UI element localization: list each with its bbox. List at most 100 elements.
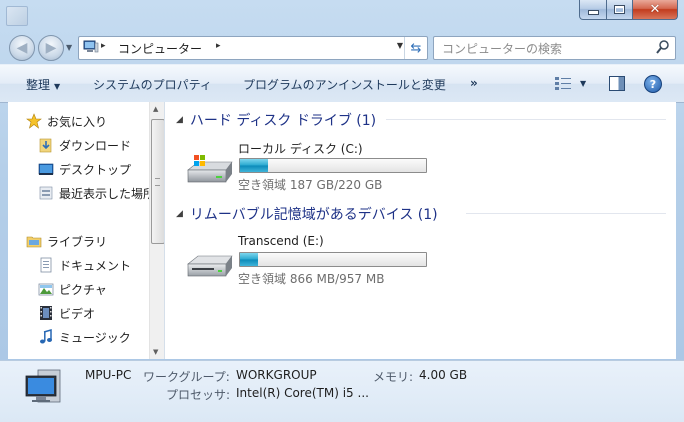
back-arrow-icon: ◀	[16, 40, 28, 56]
organize-menu[interactable]: 整理 ▼	[26, 76, 60, 93]
collapse-triangle-icon[interactable]: ◢	[176, 209, 183, 219]
refresh-button[interactable]: ⇆	[404, 37, 427, 59]
help-button[interactable]: ?	[644, 75, 662, 93]
music-icon	[40, 329, 52, 344]
navigation-bar: ◀ ▶ ▼ ▸ コンピューター ▸ ▼ ⇆ コンピューターの検索	[0, 30, 684, 64]
organize-label: 整理	[26, 78, 51, 92]
navigation-pane: お気に入り ダウンロード デスクトップ 最近表示した場所 ライブラリ ドキュメン…	[8, 102, 149, 359]
sidebar-item-libraries[interactable]: ライブラリ	[26, 231, 107, 251]
drive-item-c[interactable]: ローカル ディスク (C:) 空き領域 187 GB/220 GB	[186, 140, 486, 192]
navigation-pane-scrollbar[interactable]: ▲ ▼	[149, 102, 165, 359]
sidebar-item-pictures[interactable]: ピクチャ	[38, 279, 107, 299]
sidebar-item-label: 最近表示した場所	[59, 186, 149, 201]
maximize-button[interactable]	[607, 0, 633, 20]
group-header-removable[interactable]: ◢ リムーバブル記憶域があるデバイス (1)	[176, 204, 438, 224]
title-bar[interactable]: ✕	[0, 0, 684, 30]
more-commands-button[interactable]: »	[470, 76, 478, 90]
chevron-down-icon: ▼	[54, 82, 61, 91]
explorer-window: ✕ ◀ ▶ ▼ ▸ コンピューター ▸ ▼ ⇆ コンピューターの検索 整理 ▼ …	[0, 0, 684, 422]
address-bar[interactable]: ▸ コンピューター ▸ ▼ ⇆	[78, 36, 428, 60]
drive-free-space: 空き領域 187 GB/220 GB	[238, 178, 383, 192]
address-history-dropdown[interactable]: ▼	[397, 41, 403, 50]
computer-icon	[83, 40, 99, 53]
sidebar-item-label: ビデオ	[59, 306, 96, 321]
sidebar-item-label: ダウンロード	[59, 138, 132, 153]
recent-pages-dropdown[interactable]: ▼	[66, 43, 72, 52]
view-options-icon[interactable]	[554, 76, 572, 90]
group-title: リムーバブル記憶域があるデバイス (1)	[189, 207, 438, 223]
memory-value: 4.00 GB	[419, 368, 468, 382]
computer-name: MPU-PC	[85, 368, 132, 382]
sidebar-item-label: ミュージック	[59, 330, 131, 345]
sidebar-item-label: ライブラリ	[47, 234, 108, 249]
minimize-icon	[587, 10, 599, 15]
drive-name: ローカル ディスク (C:)	[238, 142, 363, 156]
close-icon: ✕	[649, 2, 661, 17]
help-icon: ?	[649, 77, 657, 91]
drive-usage-bar	[239, 158, 427, 173]
processor-label: プロセッサ:	[166, 388, 231, 402]
minimize-button[interactable]	[579, 0, 607, 20]
content-pane: ◢ ハード ディスク ドライブ (1) ローカル ディスク (C:) 空き領域 …	[166, 102, 676, 359]
sidebar-item-desktop[interactable]: デスクトップ	[38, 159, 131, 179]
sidebar-item-label: デスクトップ	[59, 162, 132, 177]
sidebar-item-documents[interactable]: ドキュメント	[38, 255, 131, 275]
computer-icon	[25, 369, 61, 403]
sidebar-item-favorites[interactable]: お気に入り	[26, 111, 107, 131]
drive-name: Transcend (E:)	[238, 234, 324, 248]
drive-usage-bar	[239, 252, 427, 267]
close-button[interactable]: ✕	[633, 0, 678, 20]
main-area: お気に入り ダウンロード デスクトップ 最近表示した場所 ライブラリ ドキュメン…	[8, 102, 676, 359]
uninstall-program-button[interactable]: プログラムのアンインストールと変更	[243, 76, 446, 93]
drive-item-e[interactable]: Transcend (E:) 空き領域 866 MB/957 MB	[186, 234, 486, 286]
system-properties-button[interactable]: システムのプロパティ	[93, 76, 212, 93]
pane-splitter[interactable]	[164, 102, 165, 359]
sidebar-item-label: ドキュメント	[59, 258, 132, 273]
group-divider	[386, 119, 666, 120]
sidebar-item-downloads[interactable]: ダウンロード	[38, 135, 131, 155]
group-divider	[466, 213, 666, 214]
sidebar-item-label: お気に入り	[47, 114, 108, 129]
caption-buttons: ✕	[579, 0, 678, 20]
downloads-folder-icon	[39, 138, 52, 153]
drive-usage-fill	[240, 159, 268, 172]
breadcrumb-computer[interactable]: コンピューター	[118, 40, 202, 57]
removable-drive-icon	[187, 255, 233, 277]
desktop-icon	[38, 163, 54, 175]
address-separator[interactable]: ▸	[101, 41, 106, 51]
forward-arrow-icon: ▶	[45, 40, 57, 56]
forward-button[interactable]: ▶	[38, 35, 64, 61]
sidebar-item-label: ピクチャ	[59, 282, 107, 297]
sidebar-item-music[interactable]: ミュージック	[38, 327, 131, 347]
details-pane: MPU-PC ワークグループ: WORKGROUP メモリ: 4.00 GB プ…	[0, 360, 684, 422]
command-bar: 整理 ▼ システムのプロパティ プログラムのアンインストールと変更 » ▼ ?	[0, 64, 684, 103]
hard-disk-icon	[187, 155, 233, 183]
workgroup-value: WORKGROUP	[236, 368, 317, 382]
processor-value: Intel(R) Core(TM) i5 ...	[236, 386, 369, 400]
star-icon	[26, 113, 42, 129]
sidebar-item-recent-places[interactable]: 最近表示した場所	[38, 183, 149, 203]
scroll-up-icon[interactable]: ▲	[153, 105, 158, 113]
back-button[interactable]: ◀	[9, 35, 35, 61]
drive-free-space: 空き領域 866 MB/957 MB	[238, 272, 385, 286]
collapse-triangle-icon[interactable]: ◢	[176, 115, 183, 125]
window-icon[interactable]	[6, 6, 28, 26]
search-input[interactable]: コンピューターの検索	[442, 40, 562, 57]
address-separator-child[interactable]: ▸	[216, 41, 221, 51]
scrollbar-thumb[interactable]	[151, 119, 165, 244]
view-dropdown-icon[interactable]: ▼	[580, 79, 586, 88]
maximize-icon	[614, 5, 625, 14]
videos-icon	[40, 306, 52, 320]
search-box[interactable]: コンピューターの検索	[433, 36, 676, 60]
workgroup-label: ワークグループ:	[143, 370, 230, 384]
group-title: ハード ディスク ドライブ (1)	[189, 113, 377, 129]
memory-label: メモリ:	[373, 370, 414, 384]
search-icon[interactable]	[655, 39, 671, 55]
libraries-icon	[26, 236, 42, 248]
sidebar-item-videos[interactable]: ビデオ	[38, 303, 95, 323]
scroll-down-icon[interactable]: ▼	[153, 348, 158, 356]
refresh-icon: ⇆	[410, 40, 422, 56]
group-header-hard-disk[interactable]: ◢ ハード ディスク ドライブ (1)	[176, 110, 376, 130]
pictures-icon	[38, 283, 54, 296]
preview-pane-button[interactable]	[609, 76, 625, 91]
